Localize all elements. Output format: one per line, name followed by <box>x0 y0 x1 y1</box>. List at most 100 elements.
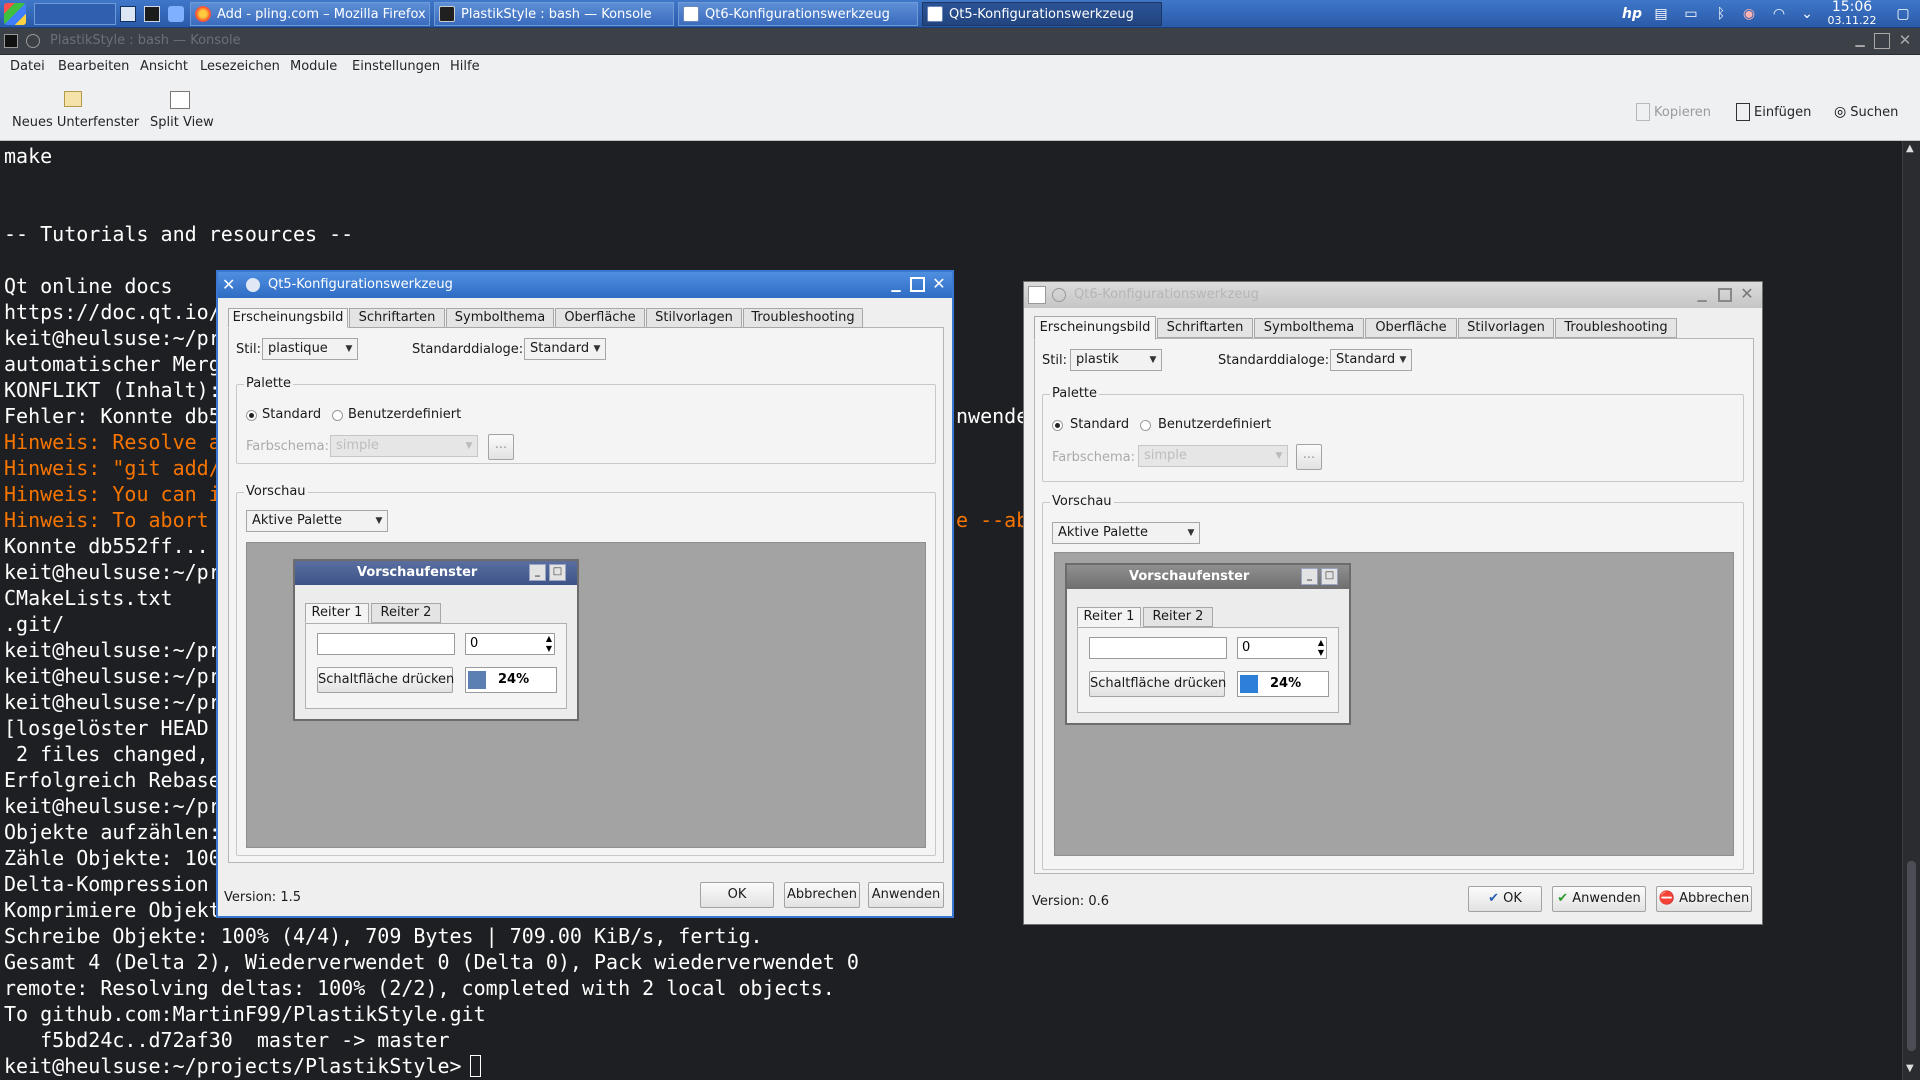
split-view-button[interactable]: Split View <box>148 87 218 135</box>
maximize-button[interactable] <box>1874 33 1890 49</box>
preview-tab-2[interactable]: Reiter 2 <box>1143 607 1213 627</box>
paste-button[interactable]: Einfügen <box>1736 100 1811 124</box>
tab-symbolthema[interactable]: Symbolthema <box>1254 318 1364 338</box>
tab-schriftarten[interactable]: Schriftarten <box>349 308 445 328</box>
menu-lesezeichen[interactable]: Lesezeichen <box>200 59 280 74</box>
preview-push-button[interactable]: Schaltfläche drücken <box>1089 671 1226 697</box>
color-scheme-combo[interactable]: simple ▼ <box>1138 445 1288 467</box>
preview-spinbox[interactable]: 0 ▲ ▼ <box>1237 637 1327 659</box>
terminal-scrollbar[interactable]: ▲ ▼ <box>1902 141 1920 1080</box>
split-view-label: Split View <box>150 115 214 130</box>
tab-erscheinungsbild[interactable]: Erscheinungsbild <box>1034 316 1156 340</box>
preview-area: Vorschaufenster _ □ Reiter 1 Reiter 2 0 ▲… <box>246 542 926 848</box>
standard-dialogs-combo[interactable]: Standard ▼ <box>524 338 606 360</box>
clock[interactable]: 15:06 03.11.22 <box>1826 0 1878 28</box>
tab-troubleshooting[interactable]: Troubleshooting <box>743 308 863 328</box>
desktop-icon[interactable] <box>120 6 136 22</box>
preview-palette-combo[interactable]: Aktive Palette ▼ <box>1052 522 1200 544</box>
color-scheme-dots-button[interactable]: ... <box>488 434 514 460</box>
preview-palette-combo[interactable]: Aktive Palette ▼ <box>246 510 388 532</box>
taskbar-task-qt6ct[interactable]: Qt6-Konfigurationswerkzeug <box>678 2 918 26</box>
cancel-button[interactable]: Abbrechen <box>784 882 860 908</box>
scroll-down-arrow[interactable]: ▼ <box>1906 1063 1914 1074</box>
radio-custom[interactable] <box>1140 420 1151 431</box>
ok-button[interactable]: OK <box>700 882 774 908</box>
konsole-window-title: PlastikStyle : bash — Konsole <box>50 33 241 48</box>
apply-button[interactable]: Anwenden <box>868 882 944 908</box>
find-label: Suchen <box>1850 104 1899 120</box>
apply-button[interactable]: ✔ Anwenden <box>1552 886 1646 912</box>
menu-datei[interactable]: Datei <box>10 59 45 74</box>
hp-icon[interactable]: hp <box>1620 5 1644 23</box>
preview-push-button[interactable]: Schaltfläche drücken <box>317 667 454 693</box>
tab-troubleshooting[interactable]: Troubleshooting <box>1555 318 1677 338</box>
battery-icon[interactable]: ▭ <box>1682 5 1700 23</box>
start-menu-icon[interactable] <box>4 3 26 25</box>
terminal-icon[interactable] <box>144 6 160 22</box>
minimize-icon: _ <box>1301 568 1318 585</box>
tab-stilvorlagen[interactable]: Stilvorlagen <box>646 308 742 328</box>
pin-icon[interactable] <box>246 278 260 292</box>
qt6ct-titlebar[interactable]: Qt6-Konfigurationswerkzeug ▁ ✕ <box>1024 282 1762 308</box>
taskbar-task-firefox[interactable]: Add - pling.com – Mozilla Firefox <box>190 2 430 26</box>
color-scheme-combo[interactable]: simple ▼ <box>330 435 478 457</box>
preview-text-field[interactable] <box>317 633 455 655</box>
maximize-button[interactable] <box>1718 288 1732 302</box>
color-scheme-dots-button[interactable]: ... <box>1296 444 1322 470</box>
konsole-titlebar[interactable]: PlastikStyle : bash — Konsole ▁ ✕ <box>0 28 1920 55</box>
new-tab-button[interactable]: Neues Unterfenster <box>10 87 139 135</box>
show-desktop-icon[interactable]: ▢ <box>1894 5 1912 23</box>
minimize-button[interactable]: ▁ <box>1694 287 1710 303</box>
minimize-button[interactable]: ▁ <box>888 277 904 293</box>
chevron-down-icon: ▼ <box>593 344 601 354</box>
radio-custom[interactable] <box>332 410 343 421</box>
radio-standard[interactable] <box>1052 420 1063 431</box>
terminal-line: Konnte db552ff... <box>4 534 209 558</box>
qt5ct-titlebar[interactable]: ✕ Qt5-Konfigurationswerkzeug ▁ ✕ <box>218 272 952 298</box>
bluetooth-icon[interactable]: ᛒ <box>1712 5 1730 23</box>
clipboard-icon[interactable]: ▤ <box>1652 5 1670 23</box>
close-button[interactable]: ✕ <box>1738 285 1756 303</box>
tab-schriftarten[interactable]: Schriftarten <box>1157 318 1253 338</box>
pin-icon[interactable] <box>1052 288 1066 302</box>
standard-dialogs-combo[interactable]: Standard ▼ <box>1330 349 1412 371</box>
find-button[interactable]: ◎ Suchen <box>1834 100 1898 124</box>
preview-text-field[interactable] <box>1089 637 1227 659</box>
tab-erscheinungsbild[interactable]: Erscheinungsbild <box>228 308 348 328</box>
wifi-icon[interactable]: ◠ <box>1770 5 1788 23</box>
radio-standard[interactable] <box>246 410 257 421</box>
preview-tab-2[interactable]: Reiter 2 <box>371 603 441 623</box>
app-icon[interactable] <box>168 6 184 22</box>
tab-oberflaeche[interactable]: Oberfläche <box>555 308 645 328</box>
maximize-button[interactable] <box>910 277 925 292</box>
taskbar-task-konsole[interactable]: PlastikStyle : bash — Konsole <box>434 2 674 26</box>
style-combo[interactable]: plastique ▼ <box>262 338 358 360</box>
tab-stilvorlagen[interactable]: Stilvorlagen <box>1458 318 1554 338</box>
volume-muted-icon[interactable]: ◉ <box>1740 5 1758 23</box>
tab-symbolthema[interactable]: Symbolthema <box>446 308 554 328</box>
tab-oberflaeche[interactable]: Oberfläche <box>1365 318 1457 338</box>
style-value: plastik <box>1076 352 1119 367</box>
scroll-up-arrow[interactable]: ▲ <box>1906 143 1914 154</box>
updates-icon[interactable]: ⌄ <box>1798 5 1816 23</box>
preview-spinbox[interactable]: 0 ▲ ▼ <box>465 633 555 655</box>
style-combo[interactable]: plastik ▼ <box>1070 349 1162 371</box>
menu-module[interactable]: Module <box>290 59 337 74</box>
ok-button[interactable]: ✔ OK <box>1468 886 1542 912</box>
taskbar-task-qt5ct[interactable]: Qt5-Konfigurationswerkzeug <box>922 2 1162 26</box>
minimize-button[interactable]: ▁ <box>1852 33 1868 49</box>
scrollbar-thumb[interactable] <box>1907 861 1916 1051</box>
virtual-desktop-pager[interactable] <box>34 3 116 25</box>
menu-ansicht[interactable]: Ansicht <box>140 59 188 74</box>
close-button[interactable]: ✕ <box>1896 31 1914 49</box>
menu-hilfe[interactable]: Hilfe <box>450 59 480 74</box>
preview-tab-1[interactable]: Reiter 1 <box>1077 607 1141 627</box>
menu-einstellungen[interactable]: Einstellungen <box>352 59 440 74</box>
color-scheme-label: Farbschema: <box>1052 450 1136 465</box>
cancel-button[interactable]: ⛔ Abbrechen <box>1656 886 1752 912</box>
close-button[interactable]: ✕ <box>930 275 948 293</box>
preview-tab-1[interactable]: Reiter 1 <box>305 603 369 623</box>
copy-button[interactable]: Kopieren <box>1636 100 1711 124</box>
menu-bearbeiten[interactable]: Bearbeiten <box>58 59 129 74</box>
pin-icon[interactable] <box>26 34 40 48</box>
